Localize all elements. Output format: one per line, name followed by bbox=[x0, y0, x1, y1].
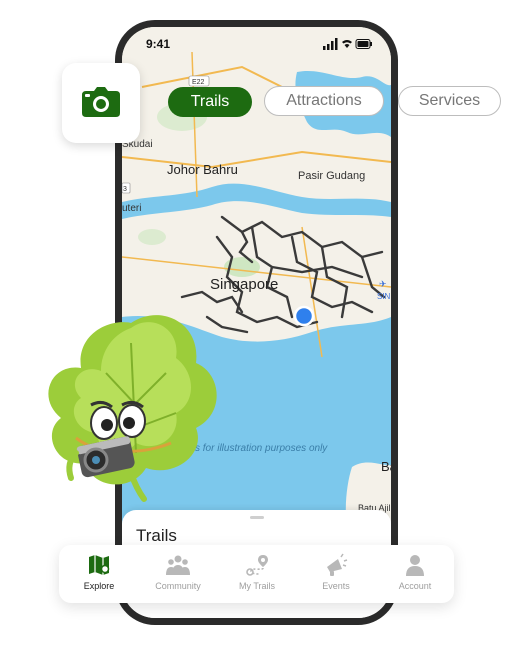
status-time: 9:41 bbox=[146, 37, 171, 51]
nav-label-account: Account bbox=[398, 581, 432, 591]
nav-item-explore[interactable]: Explore bbox=[60, 553, 138, 597]
leaf-mascot-illustration bbox=[48, 315, 217, 502]
map-label-road-3: 3 bbox=[123, 186, 127, 193]
nav-item-events[interactable]: Events bbox=[297, 553, 375, 597]
map-icon bbox=[89, 555, 110, 575]
route-icon bbox=[246, 555, 268, 576]
map-label-singapore: Singapore bbox=[210, 276, 278, 293]
status-icons bbox=[323, 38, 372, 50]
filter-chip-trails[interactable]: Trails bbox=[168, 87, 252, 117]
nav-label-community: Community bbox=[155, 581, 201, 591]
sheet-title: Trails bbox=[136, 526, 177, 545]
signal-icon bbox=[323, 38, 338, 50]
sheet-drag-handle[interactable] bbox=[250, 516, 264, 519]
nav-item-community[interactable]: Community bbox=[139, 553, 217, 597]
map-label-sin: SIN bbox=[377, 292, 391, 301]
nav-label-events: Events bbox=[322, 581, 350, 591]
nav-item-my-trails[interactable]: My Trails bbox=[218, 553, 296, 597]
map-label-e22: E22 bbox=[192, 79, 205, 86]
map-label-uteri: uteri bbox=[122, 203, 141, 214]
people-icon bbox=[166, 555, 190, 575]
filter-chip-attractions[interactable]: Attractions bbox=[264, 86, 384, 116]
map-label-pasir-gudang: Pasir Gudang bbox=[298, 170, 365, 182]
nav-label-my-trails: My Trails bbox=[239, 581, 275, 591]
camera-icon bbox=[82, 87, 120, 117]
map-label-johor-bahru: Johor Bahru bbox=[167, 162, 238, 177]
nav-label-explore: Explore bbox=[83, 581, 115, 591]
person-icon bbox=[406, 555, 424, 576]
filter-chip-services[interactable]: Services bbox=[398, 86, 501, 116]
wifi-icon bbox=[342, 40, 352, 48]
current-location-dot bbox=[293, 305, 315, 327]
camera-button[interactable] bbox=[62, 63, 140, 143]
map-label-ba: Ba bbox=[381, 459, 391, 474]
status-bar: 9:41 bbox=[122, 27, 391, 57]
bottom-navigation: Explore Community My Trails Events Accou… bbox=[59, 545, 454, 603]
battery-icon bbox=[355, 39, 372, 49]
megaphone-icon bbox=[327, 553, 348, 576]
airplane-icon: ✈ bbox=[379, 279, 387, 289]
nav-item-account[interactable]: Account bbox=[376, 553, 454, 597]
